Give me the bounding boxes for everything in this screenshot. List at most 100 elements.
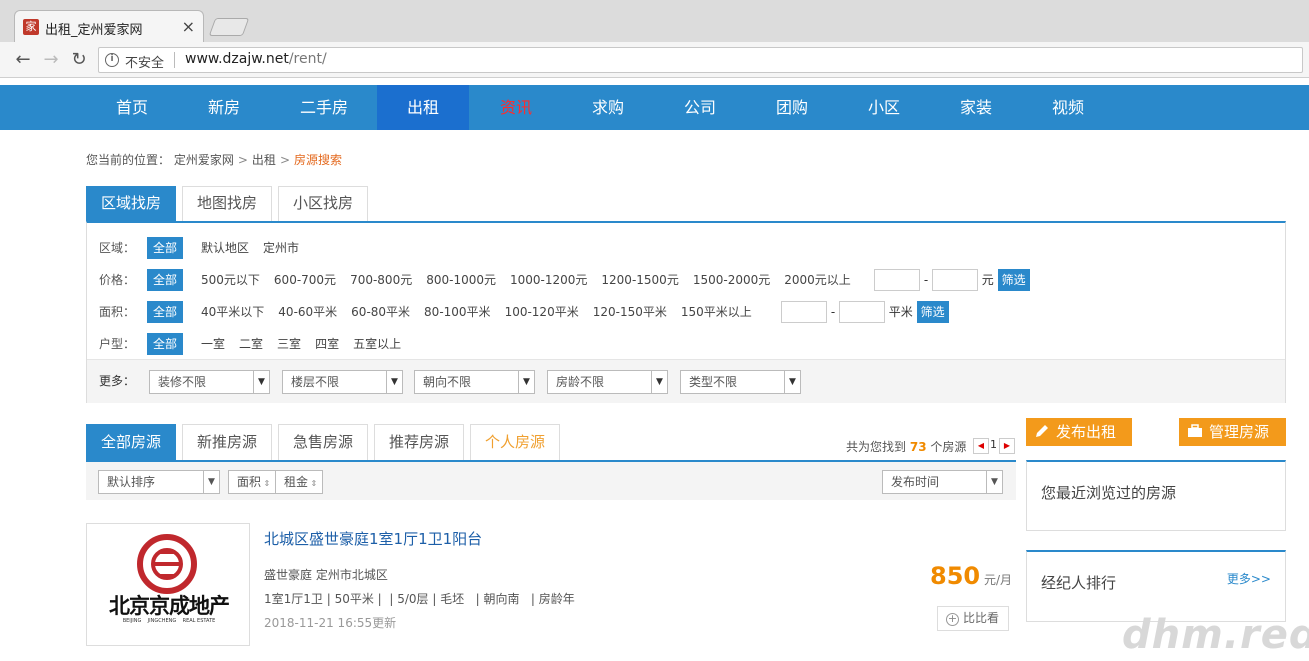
browser-tab[interactable]: 家 出租_定州爱家网 ×	[14, 10, 204, 42]
filter-area-all[interactable]: 全部	[147, 237, 184, 259]
forward-arrow-icon[interactable]: →	[40, 49, 62, 71]
publish-rent-label: 发布出租	[1056, 423, 1117, 441]
breadcrumb-home[interactable]: 定州爱家网	[174, 153, 234, 167]
filter-layout-option[interactable]: 三室	[277, 333, 301, 355]
breadcrumb-current: 房源搜索	[294, 153, 343, 167]
filter-layout-option[interactable]: 一室	[201, 333, 225, 355]
nav-item-wanted[interactable]: 求购	[562, 85, 654, 130]
age-select[interactable]: 房龄不限 ▼	[547, 370, 668, 394]
page-number: 1	[990, 438, 997, 451]
info-icon[interactable]: i	[105, 53, 119, 67]
nav-item-decoration[interactable]: 家装	[930, 85, 1022, 130]
new-tab-button[interactable]	[208, 18, 250, 36]
filter-area-option[interactable]: 定州市	[263, 237, 299, 259]
nav-item-home[interactable]: 首页	[86, 85, 178, 130]
filter-label: 区域：	[99, 241, 136, 255]
tab-all-listings[interactable]: 全部房源	[86, 424, 176, 460]
nav-item-video[interactable]: 视频	[1022, 85, 1114, 130]
price-max-input[interactable]	[931, 269, 978, 291]
type-select[interactable]: 类型不限 ▼	[680, 370, 801, 394]
plus-circle-icon: +	[946, 612, 959, 626]
filter-size-option[interactable]: 100-120平米	[505, 301, 579, 323]
sort-area-button[interactable]: 面积 ⇕	[228, 470, 276, 494]
filter-size-option[interactable]: 150平米以上	[681, 301, 752, 323]
size-range: - 平米 筛选	[781, 301, 949, 323]
filter-size-option[interactable]: 40-60平米	[278, 301, 337, 323]
filter-size-option[interactable]: 60-80平米	[351, 301, 410, 323]
tab-personal-listings[interactable]: 个人房源	[470, 424, 560, 460]
tab-new-listings[interactable]: 新推房源	[182, 424, 272, 460]
filter-layout-option[interactable]: 五室以上	[353, 333, 401, 355]
filter-layout-option[interactable]: 四室	[315, 333, 339, 355]
tab-close-icon[interactable]: ×	[182, 17, 195, 36]
sort-label: 租金	[284, 475, 309, 489]
filter-layout-all[interactable]: 全部	[147, 333, 184, 355]
manage-listings-label: 管理房源	[1209, 423, 1270, 441]
manage-listings-button[interactable]: 管理房源	[1179, 418, 1286, 446]
next-page-icon[interactable]: ▶	[999, 438, 1015, 454]
size-unit: 平米	[888, 305, 913, 319]
nav-item-group-buy[interactable]: 团购	[746, 85, 838, 130]
listing-thumbnail[interactable]: 北京京成地产 BEIJING JINGCHENG REAL ESTATE	[86, 523, 250, 646]
tab-community-search[interactable]: 小区找房	[278, 186, 368, 221]
nav-item-company[interactable]: 公司	[654, 85, 746, 130]
default-sort-select[interactable]: 默认排序 ▼	[98, 470, 220, 494]
tab-map-search[interactable]: 地图找房	[182, 186, 272, 221]
recently-viewed-title: 您最近浏览过的房源	[1041, 484, 1177, 502]
filter-price-option[interactable]: 800-1000元	[426, 269, 496, 291]
sort-arrows-icon: ⇕	[261, 479, 271, 488]
compare-button[interactable]: + 比比看	[937, 606, 1009, 631]
compare-label: 比比看	[963, 611, 1000, 625]
reload-icon[interactable]: ↻	[68, 49, 90, 71]
back-arrow-icon[interactable]: ←	[12, 49, 34, 71]
filter-size-option[interactable]: 40平米以下	[201, 301, 264, 323]
filter-area-option[interactable]: 默认地区	[201, 237, 249, 259]
price-min-input[interactable]	[874, 269, 920, 291]
dropdown-arrow-icon: ▼	[784, 371, 800, 393]
filter-price-option[interactable]: 1000-1200元	[510, 269, 587, 291]
watermark: dhm.red	[1122, 612, 1309, 658]
tab-urgent-listings[interactable]: 急售房源	[278, 424, 368, 460]
nav-item-new-homes[interactable]: 新房	[178, 85, 270, 130]
sort-rent-button[interactable]: 租金 ⇕	[275, 470, 323, 494]
price-filter-button[interactable]: 筛选	[997, 269, 1030, 291]
url-input[interactable]: i 不安全 www.dzajw.net/rent/	[98, 47, 1303, 73]
dropdown-arrow-icon: ▼	[651, 371, 667, 393]
filter-price-option[interactable]: 600-700元	[274, 269, 336, 291]
filter-price-option[interactable]: 2000元以上	[784, 269, 851, 291]
floor-select[interactable]: 楼层不限 ▼	[282, 370, 403, 394]
filter-price-option[interactable]: 700-800元	[350, 269, 412, 291]
count-prefix: 共为您找到	[846, 440, 907, 454]
listing-title-link[interactable]: 北城区盛世豪庭1室1厅1卫1阳台	[264, 528, 482, 549]
tab-area-search[interactable]: 区域找房	[86, 186, 176, 221]
site-favicon-icon: 家	[23, 19, 39, 35]
filter-size-option[interactable]: 80-100平米	[424, 301, 491, 323]
filter-size-row: 面积： 全部 40平米以下 40-60平米 60-80平米 80-100平米 100-120…	[99, 301, 766, 323]
decoration-select[interactable]: 装修不限 ▼	[149, 370, 270, 394]
nav-item-rent[interactable]: 出租	[377, 85, 469, 130]
filter-price-option[interactable]: 1500-2000元	[693, 269, 770, 291]
count-suffix: 个房源	[930, 440, 967, 454]
filter-size-all[interactable]: 全部	[147, 301, 184, 323]
filter-price-option[interactable]: 1200-1500元	[601, 269, 678, 291]
size-filter-button[interactable]: 筛选	[916, 301, 949, 323]
publish-time-select[interactable]: 发布时间 ▼	[882, 470, 1003, 494]
publish-rent-button[interactable]: 发布出租	[1026, 418, 1132, 446]
filter-price-option[interactable]: 500元以下	[201, 269, 260, 291]
agent-more-link[interactable]: 更多>>	[1227, 570, 1271, 587]
tab-recommended-listings[interactable]: 推荐房源	[374, 424, 464, 460]
nav-item-resale[interactable]: 二手房	[278, 85, 370, 130]
size-min-input[interactable]	[781, 301, 827, 323]
chevron-right-icon: >	[279, 153, 290, 167]
breadcrumb-rent[interactable]: 出租	[252, 153, 276, 167]
orientation-select[interactable]: 朝向不限 ▼	[414, 370, 535, 394]
nav-item-community[interactable]: 小区	[838, 85, 930, 130]
filter-layout-option[interactable]: 二室	[239, 333, 263, 355]
size-max-input[interactable]	[838, 301, 885, 323]
filter-size-option[interactable]: 120-150平米	[593, 301, 667, 323]
dropdown-arrow-icon: ▼	[986, 471, 1002, 493]
nav-item-news[interactable]: 资讯	[470, 85, 562, 130]
filter-price-all[interactable]: 全部	[147, 269, 184, 291]
prev-page-icon[interactable]: ◀	[973, 438, 989, 454]
select-value: 楼层不限	[291, 375, 340, 389]
